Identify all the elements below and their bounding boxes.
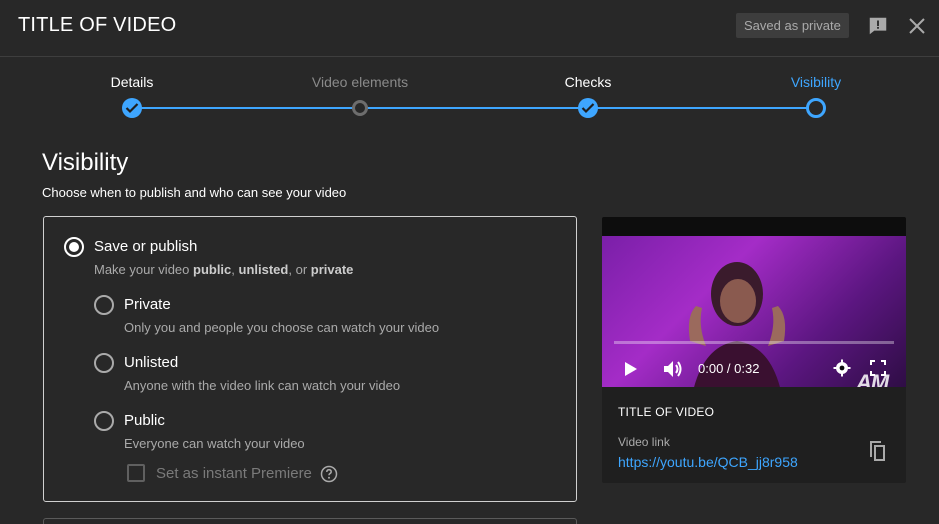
feedback-icon[interactable] bbox=[867, 15, 889, 37]
step-visibility-label[interactable]: Visibility bbox=[791, 74, 841, 90]
saved-status-badge: Saved as private bbox=[736, 13, 849, 38]
step-visibility-dot-icon[interactable] bbox=[806, 98, 826, 118]
video-player[interactable]: AM 0:00 / 0:32 bbox=[602, 217, 906, 387]
video-progress-bar[interactable] bbox=[614, 341, 894, 344]
video-link-caption: Video link bbox=[618, 435, 670, 449]
public-desc: Everyone can watch your video bbox=[124, 436, 305, 451]
unlisted-radio[interactable] bbox=[94, 353, 114, 373]
play-icon[interactable] bbox=[624, 361, 638, 377]
public-label[interactable]: Public bbox=[124, 412, 165, 429]
instant-premiere-checkbox[interactable] bbox=[127, 464, 145, 482]
fullscreen-icon[interactable] bbox=[870, 360, 886, 376]
copy-icon[interactable] bbox=[866, 439, 888, 463]
video-link[interactable]: https://youtu.be/QCB_jj8r958 bbox=[618, 454, 798, 470]
settings-gear-icon[interactable] bbox=[833, 359, 851, 377]
save-or-publish-desc: Make your video public, unlisted, or pri… bbox=[94, 262, 354, 277]
save-or-publish-box: Save or publish Make your video public, … bbox=[43, 216, 577, 502]
video-preview-card: AM 0:00 / 0:32 TITLE OF VIDEO Video link… bbox=[602, 217, 906, 483]
unlisted-desc: Anyone with the video link can watch you… bbox=[124, 378, 401, 393]
step-checks-check-icon[interactable] bbox=[578, 98, 598, 118]
volume-icon[interactable] bbox=[662, 359, 684, 379]
unlisted-label[interactable]: Unlisted bbox=[124, 354, 178, 371]
step-video-elements-dot-icon[interactable] bbox=[352, 100, 368, 116]
step-video-elements-label[interactable]: Video elements bbox=[312, 74, 408, 90]
preview-video-title: TITLE OF VIDEO bbox=[618, 405, 715, 419]
schedule-box[interactable] bbox=[43, 518, 577, 524]
section-subtitle: Choose when to publish and who can see y… bbox=[42, 185, 347, 200]
stepper-line bbox=[132, 107, 816, 109]
private-desc: Only you and people you choose can watch… bbox=[124, 320, 440, 335]
step-details-check-icon[interactable] bbox=[122, 98, 142, 118]
save-or-publish-radio[interactable] bbox=[64, 237, 84, 257]
section-title: Visibility bbox=[42, 149, 129, 176]
step-details-label[interactable]: Details bbox=[111, 74, 154, 90]
public-radio[interactable] bbox=[94, 411, 114, 431]
step-checks-label[interactable]: Checks bbox=[565, 74, 612, 90]
video-time: 0:00 / 0:32 bbox=[698, 361, 760, 376]
dialog-header: TITLE OF VIDEO Saved as private bbox=[0, 0, 939, 57]
dialog-title: TITLE OF VIDEO bbox=[18, 14, 177, 36]
upload-stepper: Details Video elements Checks Visibility bbox=[0, 58, 939, 128]
private-radio[interactable] bbox=[94, 295, 114, 315]
save-or-publish-label[interactable]: Save or publish bbox=[94, 238, 197, 255]
instant-premiere-label[interactable]: Set as instant Premiere bbox=[156, 465, 312, 482]
private-label[interactable]: Private bbox=[124, 296, 171, 313]
close-icon[interactable] bbox=[907, 16, 927, 36]
help-icon[interactable] bbox=[320, 465, 338, 483]
